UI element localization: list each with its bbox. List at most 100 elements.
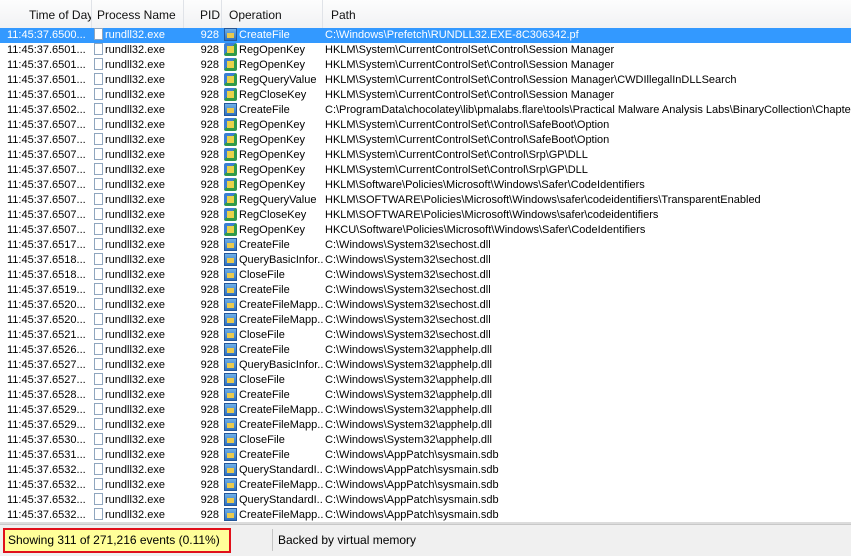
file-system-icon (224, 313, 237, 326)
table-row[interactable]: 11:45:37.6501... rundll32.exe 928 RegOpenKe… (0, 43, 851, 58)
operation: QueryStandardI... (224, 493, 323, 508)
time-of-day: 11:45:37.6529... (7, 404, 86, 416)
time-of-day: 11:45:37.6507... (7, 209, 86, 221)
table-row[interactable]: 11:45:37.6507... rundll32.exe 928 RegOpenKe… (0, 133, 851, 148)
table-row[interactable]: 11:45:37.6507... rundll32.exe 928 RegOpenKe… (0, 223, 851, 238)
event-list[interactable]: 11:45:37.6500... rundll32.exe 928 CreateFil… (0, 28, 851, 522)
process-icon (94, 73, 103, 85)
path: C:\Windows\System32\sechost.dll (325, 239, 491, 251)
table-row[interactable]: 11:45:37.6501... rundll32.exe 928 RegOpenKe… (0, 58, 851, 73)
path: C:\Windows\System32\apphelp.dll (325, 404, 492, 416)
process-name-text: rundll32.exe (105, 374, 165, 386)
table-row[interactable]: 11:45:37.6501... rundll32.exe 928 RegCloseK… (0, 88, 851, 103)
time-of-day: 11:45:37.6527... (7, 359, 86, 371)
process-icon (94, 463, 103, 475)
operation-text: CloseFile (239, 434, 285, 446)
table-row[interactable]: 11:45:37.6518... rundll32.exe 928 CloseFile… (0, 268, 851, 283)
process-name: rundll32.exe (94, 28, 184, 43)
operation: RegOpenKey (224, 133, 323, 148)
table-row[interactable]: 11:45:37.6532... rundll32.exe 928 CreateFil… (0, 478, 851, 493)
process-icon (94, 403, 103, 415)
process-name: rundll32.exe (94, 103, 184, 118)
table-row[interactable]: 11:45:37.6529... rundll32.exe 928 CreateFil… (0, 403, 851, 418)
operation-text: QueryBasicInfor... (239, 359, 323, 371)
registry-icon (224, 88, 237, 101)
pid: 928 (200, 44, 219, 56)
table-row[interactable]: 11:45:37.6520... rundll32.exe 928 CreateFil… (0, 313, 851, 328)
process-name-text: rundll32.exe (105, 299, 165, 311)
table-row[interactable]: 11:45:37.6532... rundll32.exe 928 QueryStan… (0, 493, 851, 508)
pid: 928 (200, 449, 219, 461)
table-row[interactable]: 11:45:37.6519... rundll32.exe 928 CreateFil… (0, 283, 851, 298)
table-row[interactable]: 11:45:37.6507... rundll32.exe 928 RegOpenKe… (0, 118, 851, 133)
pid: 928 (200, 464, 219, 476)
table-row[interactable]: 11:45:37.6530... rundll32.exe 928 CloseFile… (0, 433, 851, 448)
operation-text: RegOpenKey (239, 59, 306, 71)
table-row[interactable]: 11:45:37.6518... rundll32.exe 928 QueryBasi… (0, 253, 851, 268)
table-row[interactable]: 11:45:37.6520... rundll32.exe 928 CreateFil… (0, 298, 851, 313)
operation: RegOpenKey (224, 43, 323, 58)
process-icon (94, 43, 103, 55)
registry-icon (224, 193, 237, 206)
operation: RegQueryValue (224, 193, 323, 208)
process-name-text: rundll32.exe (105, 44, 165, 56)
pid: 928 (200, 164, 219, 176)
column-header: Time of Day Process Name PID Operation P… (0, 0, 851, 29)
process-name: rundll32.exe (94, 493, 184, 508)
process-icon (94, 418, 103, 430)
table-row[interactable]: 11:45:37.6521... rundll32.exe 928 CloseFile… (0, 328, 851, 343)
process-icon (94, 328, 103, 340)
table-row[interactable]: 11:45:37.6507... rundll32.exe 928 RegCloseK… (0, 208, 851, 223)
process-name: rundll32.exe (94, 358, 184, 373)
table-row[interactable]: 11:45:37.6531... rundll32.exe 928 CreateFil… (0, 448, 851, 463)
table-row[interactable]: 11:45:37.6500... rundll32.exe 928 CreateFil… (0, 28, 851, 43)
operation-text: RegOpenKey (239, 224, 306, 236)
table-row[interactable]: 11:45:37.6507... rundll32.exe 928 RegOpenKe… (0, 148, 851, 163)
table-row[interactable]: 11:45:37.6501... rundll32.exe 928 RegQueryV… (0, 73, 851, 88)
table-row[interactable]: 11:45:37.6527... rundll32.exe 928 QueryBasi… (0, 358, 851, 373)
table-row[interactable]: 11:45:37.6528... rundll32.exe 928 CreateFil… (0, 388, 851, 403)
pid: 928 (200, 119, 219, 131)
process-name-text: rundll32.exe (105, 179, 165, 191)
file-system-icon (224, 463, 237, 476)
table-row[interactable]: 11:45:37.6507... rundll32.exe 928 RegOpenKe… (0, 163, 851, 178)
process-icon (94, 208, 103, 220)
registry-icon (224, 73, 237, 86)
column-operation[interactable]: Operation (222, 0, 323, 28)
table-row[interactable]: 11:45:37.6502... rundll32.exe 928 CreateFil… (0, 103, 851, 118)
time-of-day: 11:45:37.6501... (7, 89, 86, 101)
table-row[interactable]: 11:45:37.6517... rundll32.exe 928 CreateFil… (0, 238, 851, 253)
pid: 928 (200, 149, 219, 161)
operation-text: CloseFile (239, 329, 285, 341)
process-name-text: rundll32.exe (105, 59, 165, 71)
pid: 928 (200, 254, 219, 266)
process-name: rundll32.exe (94, 268, 184, 283)
column-pid[interactable]: PID (184, 0, 222, 28)
process-icon (94, 478, 103, 490)
process-name: rundll32.exe (94, 133, 184, 148)
column-process-name[interactable]: Process Name (92, 0, 184, 28)
file-system-icon (224, 508, 237, 521)
time-of-day: 11:45:37.6532... (7, 509, 86, 521)
pid: 928 (200, 419, 219, 431)
file-system-icon (224, 403, 237, 416)
table-row[interactable]: 11:45:37.6529... rundll32.exe 928 CreateFil… (0, 418, 851, 433)
pid: 928 (200, 359, 219, 371)
table-row[interactable]: 11:45:37.6526... rundll32.exe 928 CreateFil… (0, 343, 851, 358)
table-row[interactable]: 11:45:37.6507... rundll32.exe 928 RegOpenKe… (0, 178, 851, 193)
table-row[interactable]: 11:45:37.6532... rundll32.exe 928 CreateFil… (0, 508, 851, 522)
pid: 928 (200, 329, 219, 341)
path: HKLM\System\CurrentControlSet\Control\Se… (325, 74, 737, 86)
path: C:\Windows\System32\sechost.dll (325, 269, 491, 281)
column-time-of-day[interactable]: Time of Day (0, 0, 92, 28)
operation: RegCloseKey (224, 208, 323, 223)
table-row[interactable]: 11:45:37.6532... rundll32.exe 928 QueryStan… (0, 463, 851, 478)
table-row[interactable]: 11:45:37.6507... rundll32.exe 928 RegQueryV… (0, 193, 851, 208)
time-of-day: 11:45:37.6532... (7, 479, 86, 491)
registry-icon (224, 148, 237, 161)
operation-text: RegOpenKey (239, 44, 306, 56)
process-name-text: rundll32.exe (105, 464, 165, 476)
time-of-day: 11:45:37.6501... (7, 59, 86, 71)
column-path[interactable]: Path (323, 0, 851, 28)
table-row[interactable]: 11:45:37.6527... rundll32.exe 928 CloseFile… (0, 373, 851, 388)
